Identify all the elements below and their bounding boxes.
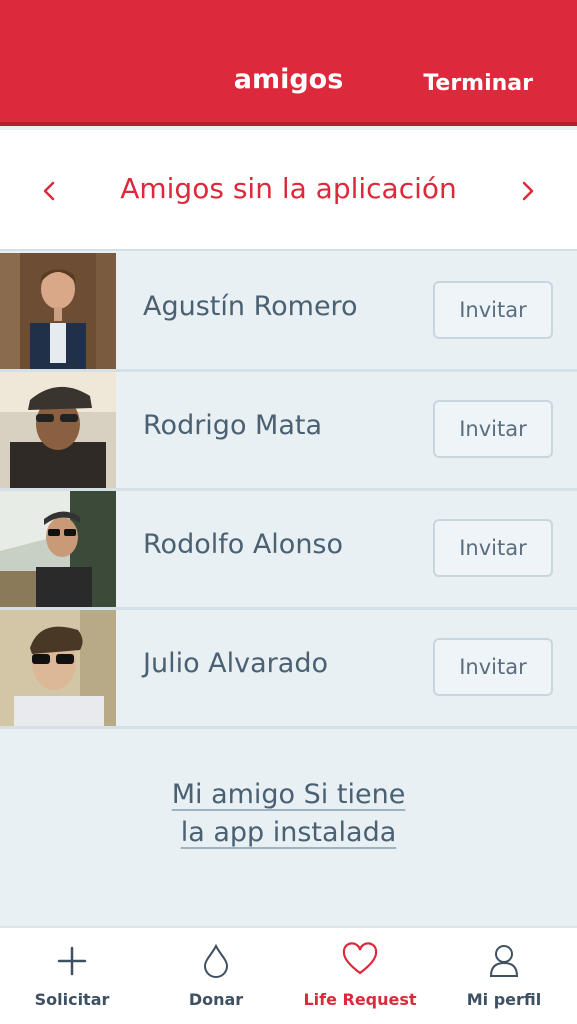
link-line-1[interactable]: Mi amigo Si tiene: [172, 779, 406, 810]
user-icon: [489, 945, 519, 977]
friend-name: Rodrigo Mata: [143, 410, 323, 441]
friend-name: Agustín Romero: [143, 291, 358, 322]
avatar: [0, 491, 116, 607]
tab-donar[interactable]: Donar: [144, 928, 288, 1024]
list-item: Rodrigo Mata Invitar: [0, 372, 577, 491]
done-button[interactable]: Terminar: [423, 71, 533, 96]
segment-selector: Amigos sin la aplicación: [0, 130, 577, 251]
invite-button[interactable]: Invitar: [433, 400, 553, 458]
tab-life-request[interactable]: Life Request: [288, 928, 432, 1024]
header: amigos Terminar: [0, 0, 577, 126]
friend-list: Agustín Romero Invitar Rodrigo Mata Invi…: [0, 253, 577, 729]
link-line-2[interactable]: la app instalada: [181, 817, 397, 848]
tab-label: Life Request: [303, 990, 417, 1009]
tab-bar: Solicitar Donar Life Request Mi perfil: [0, 926, 577, 1024]
plus-icon: [57, 946, 87, 976]
invite-button[interactable]: Invitar: [433, 519, 553, 577]
avatar: [0, 372, 116, 488]
tab-label: Solicitar: [34, 990, 110, 1009]
tab-label: Donar: [188, 990, 244, 1009]
invite-button[interactable]: Invitar: [433, 638, 553, 696]
tab-label: Mi perfil: [466, 990, 542, 1009]
list-item: Rodolfo Alonso Invitar: [0, 491, 577, 610]
friend-name: Julio Alvarado: [143, 648, 328, 679]
tab-mi-perfil[interactable]: Mi perfil: [432, 928, 576, 1024]
avatar: [0, 253, 116, 369]
segment-title: Amigos sin la aplicación: [120, 172, 457, 205]
tab-solicitar[interactable]: Solicitar: [0, 928, 144, 1024]
installed-friends-link[interactable]: Mi amigo Si tiene la app instalada: [0, 776, 577, 852]
chevron-right-icon[interactable]: [519, 178, 537, 204]
avatar: [0, 610, 116, 726]
list-item: Julio Alvarado Invitar: [0, 610, 577, 729]
list-item: Agustín Romero Invitar: [0, 253, 577, 372]
heart-icon: [342, 942, 378, 975]
drop-icon: [203, 943, 229, 978]
friend-name: Rodolfo Alonso: [143, 529, 344, 560]
invite-button[interactable]: Invitar: [433, 281, 553, 339]
